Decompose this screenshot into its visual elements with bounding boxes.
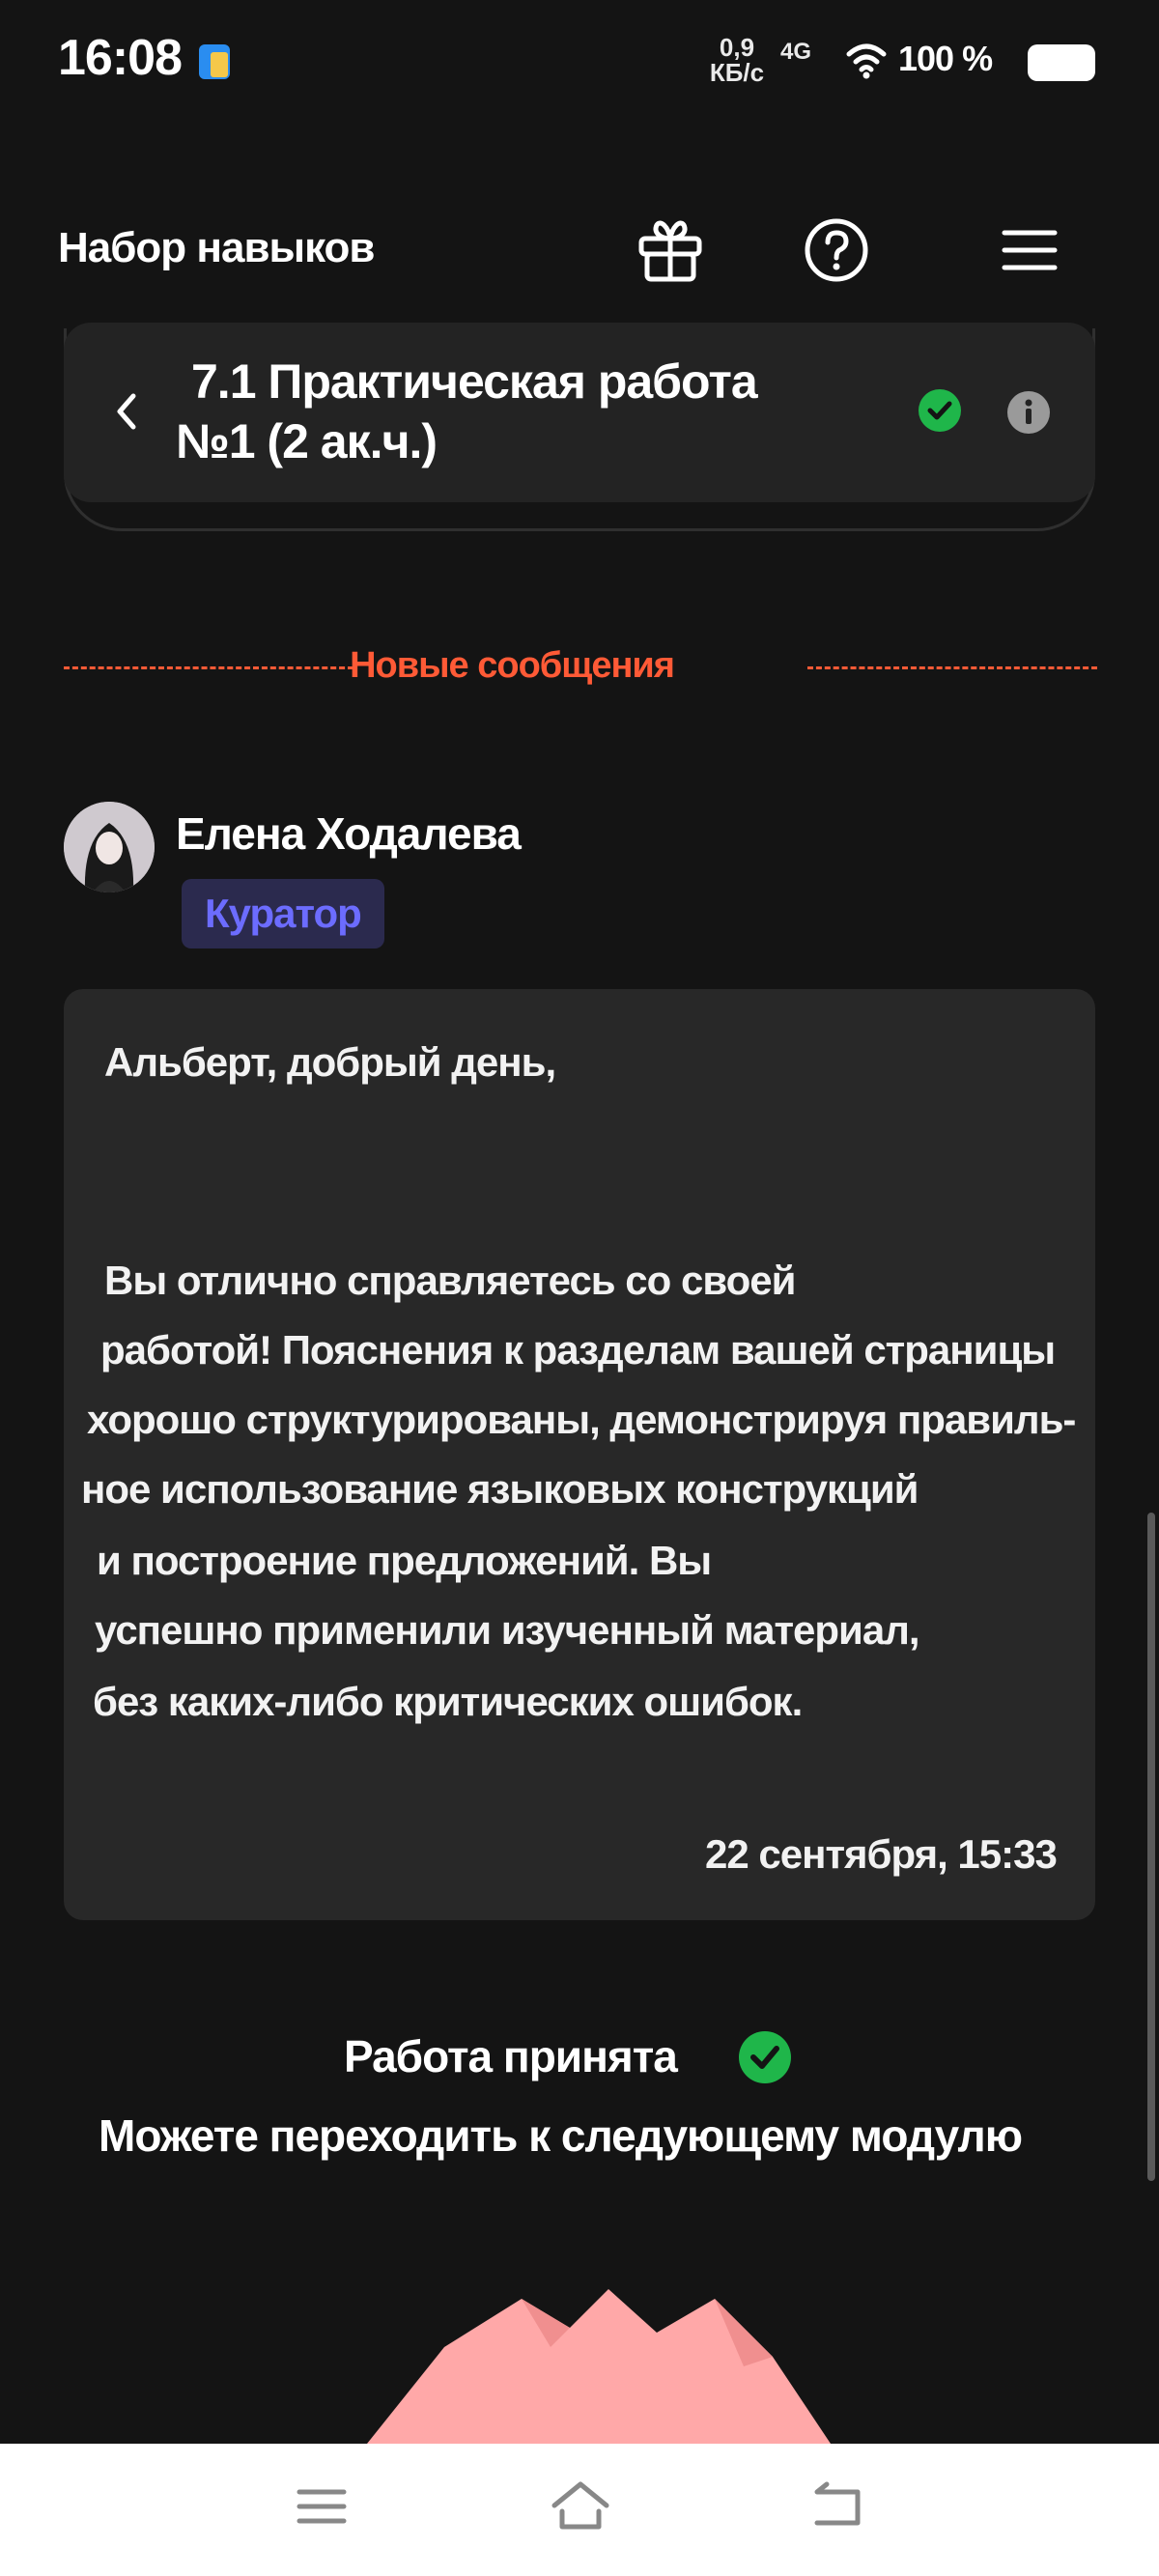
battery-icon bbox=[1028, 44, 1095, 81]
message-line: без каких-либо критических ошибок. bbox=[93, 1679, 803, 1724]
nav-home-icon[interactable] bbox=[547, 2473, 614, 2540]
message-line: работой! Пояснения к разделам вашей стра… bbox=[100, 1327, 1056, 1373]
next-module-label: Можете переходить к следующему модулю bbox=[99, 2110, 1023, 2161]
message-line: и построение предложений. Вы bbox=[97, 1538, 712, 1583]
decorative-mountains-image bbox=[367, 2289, 831, 2444]
divider-line-left bbox=[64, 666, 353, 669]
completed-check-icon bbox=[919, 389, 961, 432]
scrollbar[interactable] bbox=[1147, 1513, 1155, 2181]
work-accepted-label: Работа принята bbox=[344, 2031, 678, 2081]
back-chevron-icon[interactable] bbox=[106, 382, 145, 440]
avatar bbox=[64, 802, 155, 892]
help-icon[interactable] bbox=[798, 212, 875, 289]
network-speed: 0,9 КБ/с bbox=[709, 33, 765, 87]
nav-back-icon[interactable] bbox=[804, 2473, 871, 2540]
message-bubble bbox=[64, 989, 1095, 1920]
app-notification-icon bbox=[199, 44, 230, 79]
wifi-icon bbox=[846, 43, 887, 79]
message-greeting: Альберт, добрый день, bbox=[104, 1039, 556, 1085]
page-title: Набор навыков bbox=[58, 224, 375, 271]
nav-menu-icon[interactable] bbox=[288, 2473, 355, 2540]
lesson-title: 7.1 Практическая работа №1 (2 ак.ч.) bbox=[176, 354, 758, 468]
status-time: 16:08 bbox=[58, 30, 183, 86]
info-icon[interactable] bbox=[1006, 390, 1051, 435]
accepted-check-icon bbox=[739, 2031, 791, 2083]
message-line: хорошо структурированы, демонстрируя пра… bbox=[87, 1397, 1076, 1442]
message-line: Вы отлично справляетесь со своей bbox=[104, 1258, 796, 1303]
author-name: Елена Ходалева bbox=[176, 808, 522, 859]
role-badge: Куратор bbox=[182, 879, 384, 948]
new-messages-label: Новые сообщения bbox=[350, 645, 675, 686]
message-line: ное использование языковых конструкций bbox=[81, 1466, 919, 1512]
gift-icon[interactable] bbox=[632, 212, 709, 289]
menu-icon[interactable] bbox=[991, 212, 1068, 289]
divider-line-right bbox=[807, 666, 1097, 669]
battery-percent: 100 % bbox=[898, 39, 993, 78]
network-type: 4G bbox=[780, 39, 812, 65]
message-timestamp: 22 сентября, 15:33 bbox=[705, 1831, 1058, 1877]
message-line: успешно применили изученный материал, bbox=[95, 1607, 920, 1653]
